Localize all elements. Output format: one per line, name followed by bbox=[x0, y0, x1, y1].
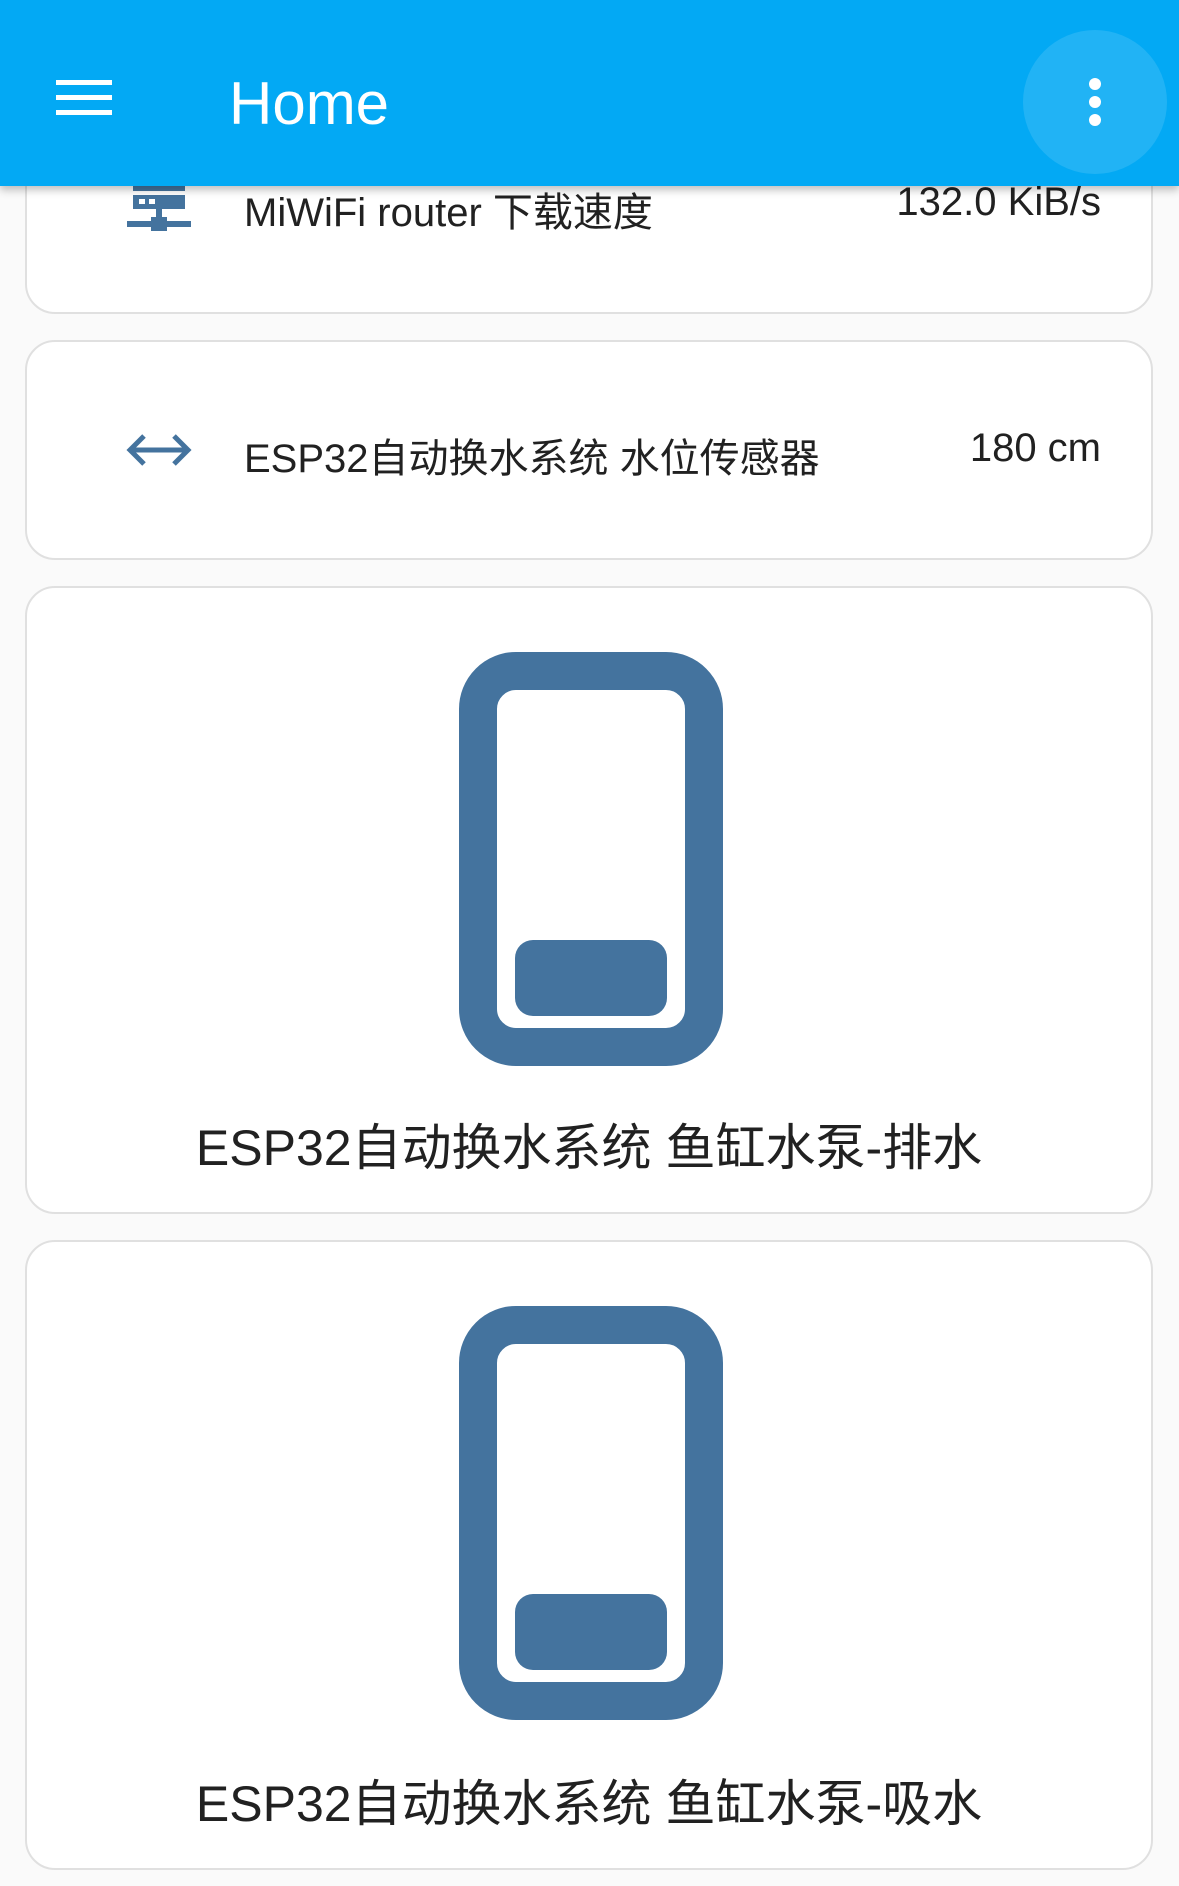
button-card-pump-fill[interactable]: ESP32自动换水系统 鱼缸水泵-吸水 bbox=[25, 1240, 1153, 1870]
button-card-pump-drain[interactable]: ESP32自动换水系统 鱼缸水泵-排水 bbox=[25, 586, 1153, 1214]
button-card-label: ESP32自动换水系统 鱼缸水泵-吸水 bbox=[195, 1776, 983, 1832]
entity-state-value: 180 cm bbox=[969, 426, 1101, 470]
dots-vertical-icon bbox=[1089, 78, 1101, 126]
entity-card-water-level: ESP32自动换水系统 水位传感器 180 cm bbox=[25, 340, 1153, 560]
overflow-menu-button[interactable] bbox=[1023, 30, 1167, 174]
cellphone-icon bbox=[459, 652, 723, 1066]
entity-name: ESP32自动换水系统 水位传感器 bbox=[244, 437, 820, 481]
page-title: Home bbox=[229, 70, 390, 137]
cellphone-icon bbox=[459, 1306, 723, 1720]
entity-name: MiWiFi router 下载速度 bbox=[244, 191, 653, 235]
arrow-left-right-icon bbox=[99, 410, 219, 490]
entity-state-value: 132.0 KiB/s bbox=[896, 180, 1101, 224]
app-header: Home bbox=[0, 0, 1179, 186]
hamburger-menu-button[interactable] bbox=[38, 52, 130, 144]
button-card-label: ESP32自动换水系统 鱼缸水泵-排水 bbox=[195, 1120, 983, 1176]
hamburger-menu-icon bbox=[56, 80, 112, 115]
